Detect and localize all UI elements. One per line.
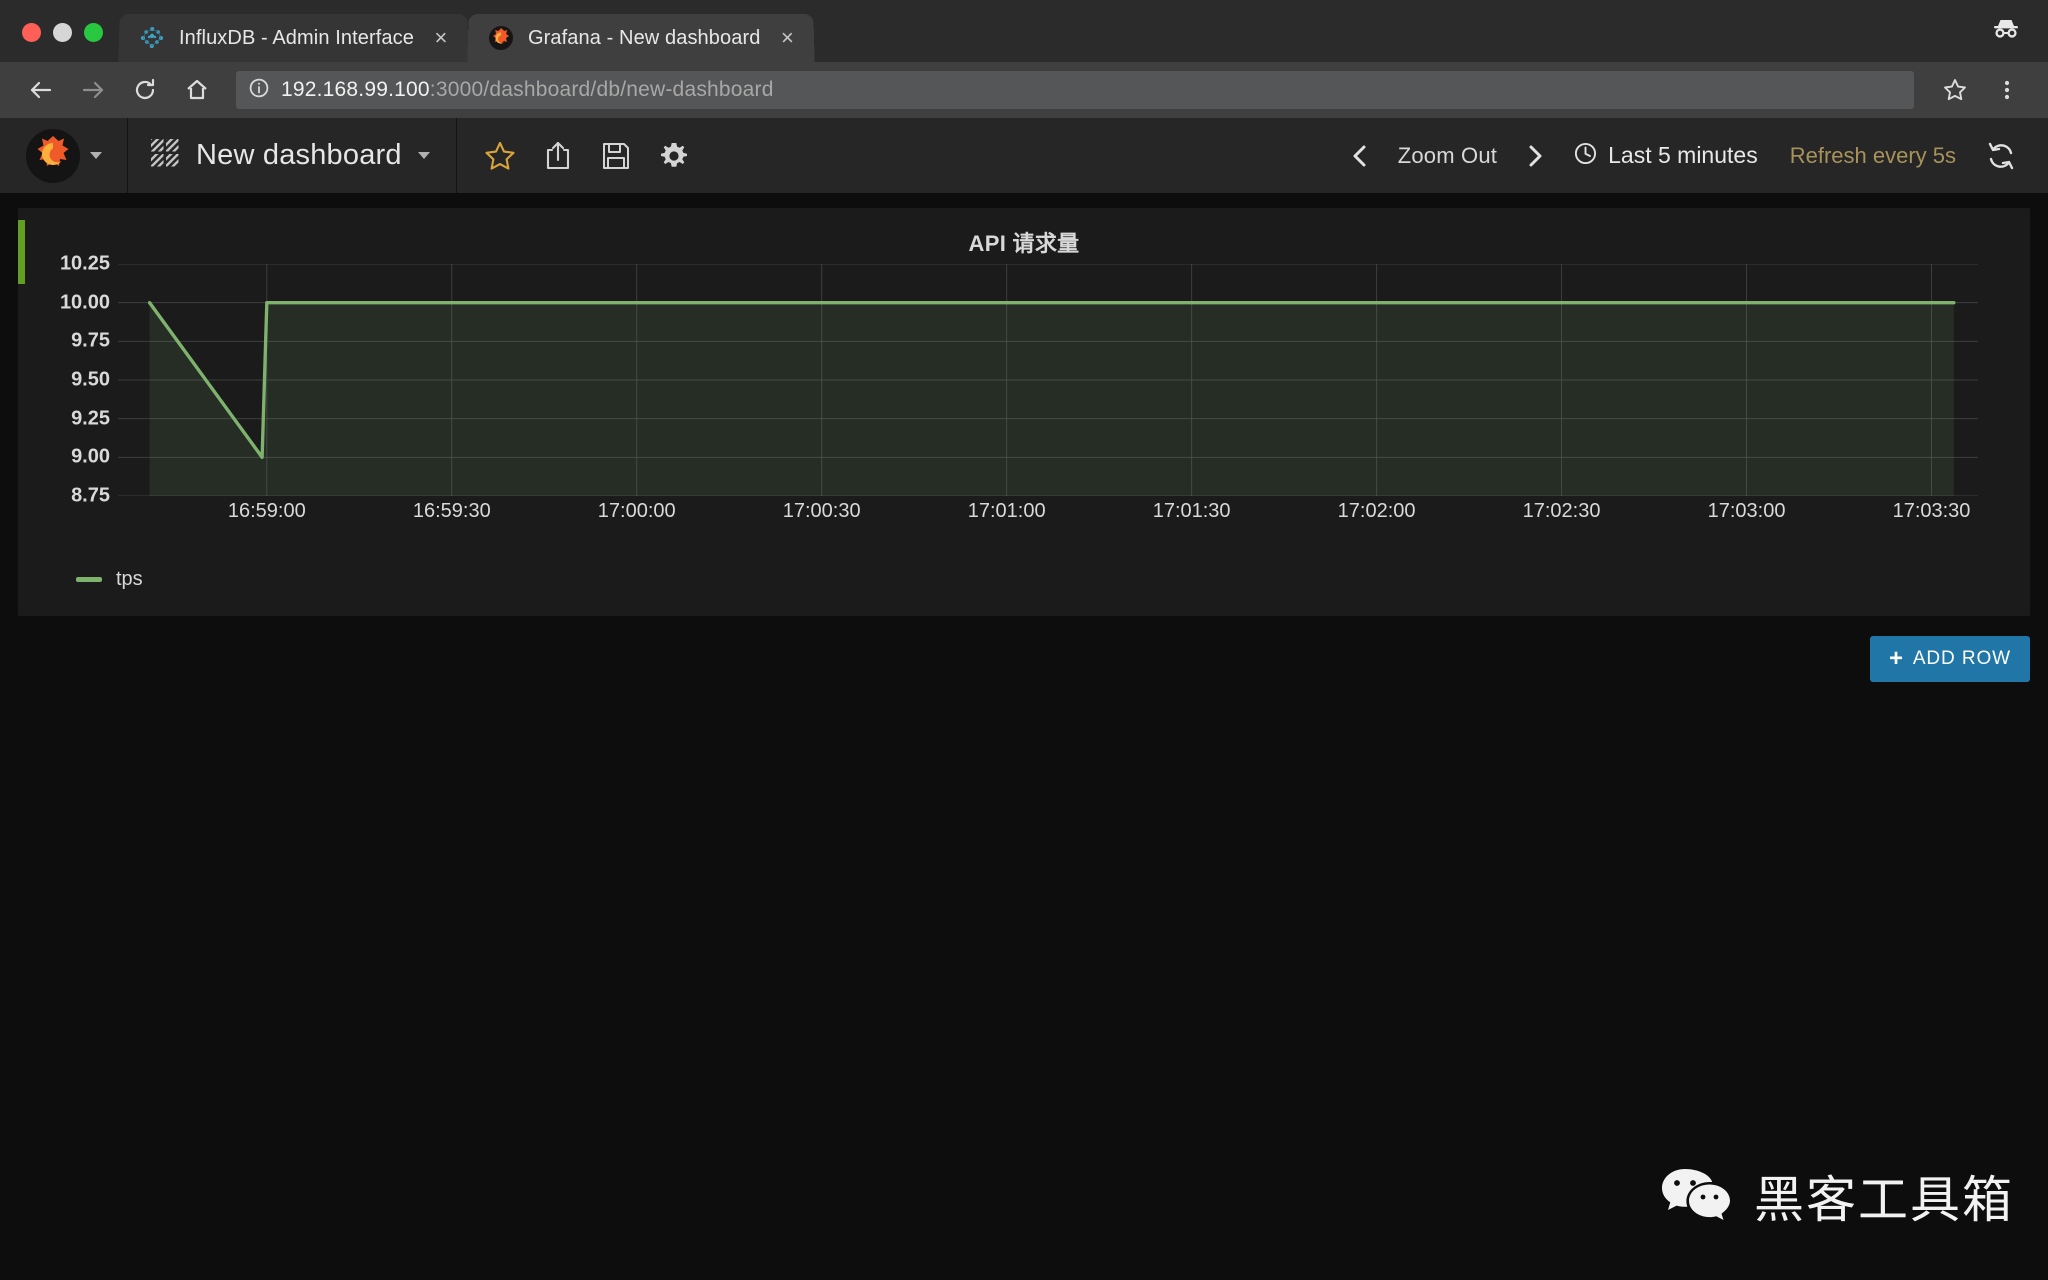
reload-icon[interactable] [122,67,168,113]
plot-area[interactable] [118,263,1978,497]
forward-arrow-icon[interactable] [70,67,116,113]
grafana-brand-menu[interactable] [0,118,128,193]
share-dashboard-button[interactable] [533,131,583,181]
dashboard-row: API 请求量 8.75 9.00 9.25 9.50 9.75 10.00 10.25 1… [0,194,2048,616]
browser-tab-grafana[interactable]: Grafana - New dashboard × [467,14,816,63]
y-axis-tick: 9.75 [71,329,110,352]
graph-canvas [118,263,1978,497]
dashboard-title-dropdown[interactable]: New dashboard [128,118,457,193]
info-circle-icon[interactable] [248,77,270,104]
window-traffic-lights [0,23,119,62]
y-axis-tick: 9.50 [71,368,110,391]
tab-strip: InfluxDB - Admin Interface × Grafana - N… [0,0,2048,63]
y-axis-tick: 10.25 [59,252,110,275]
address-bar: 192.168.99.100:3000/dashboard/db/new-das… [0,62,2048,118]
graph-legend: tps [18,554,2030,591]
series-fill-tps [149,302,1954,496]
watermark: 黑客工具箱 [1660,1160,2014,1232]
grafana-icon [488,25,515,51]
legend-color-swatch [76,577,102,582]
y-axis-tick: 9.00 [71,445,110,468]
graph-plot: 8.75 9.00 9.25 9.50 9.75 10.00 10.25 16:59:00 1… [18,253,2030,554]
influxdb-icon [139,25,166,51]
panel-title: API 请求量 [968,231,1080,256]
tab-title-influxdb: InfluxDB - Admin Interface [178,26,415,49]
y-axis: 8.75 9.00 9.25 9.50 9.75 10.00 10.25 [18,253,110,507]
x-axis-tick: 17:03:30 [1892,500,1971,522]
x-axis-tick: 16:59:00 [227,500,306,522]
x-axis-tick: 17:00:30 [782,500,861,522]
time-shift-forward-button[interactable] [1511,131,1559,181]
star-dashboard-button[interactable] [475,131,525,181]
tab-title-grafana: Grafana - New dashboard [527,26,761,49]
dashboard-settings-button[interactable] [649,131,699,181]
y-axis-tick: 9.25 [71,407,110,430]
legend-series-label[interactable]: tps [116,568,143,591]
watermark-text: 黑客工具箱 [1754,1172,2014,1228]
x-axis-tick: 17:01:00 [967,500,1046,522]
time-range-label: Last 5 minutes [1608,142,1758,168]
close-tab-grafana-button[interactable]: × [774,25,801,50]
zoom-out-button[interactable]: Zoom Out [1384,131,1511,181]
url-path: :3000/dashboard/db/new-dashboard [429,78,774,101]
time-range-picker[interactable]: Last 5 minutes [1559,131,1772,181]
wechat-icon [1660,1165,1732,1228]
x-axis-tick: 17:01:30 [1152,500,1231,522]
time-shift-back-button[interactable] [1336,131,1384,181]
navbar-spacer [717,118,1336,193]
home-icon[interactable] [174,67,220,113]
incognito-icon [1986,13,2026,48]
browser-tab-influxdb[interactable]: InfluxDB - Admin Interface × [118,14,469,63]
maximize-window-button[interactable] [84,23,103,42]
zoom-out-label: Zoom Out [1397,142,1498,168]
back-arrow-icon[interactable] [18,67,64,113]
x-axis: 16:59:00 16:59:30 17:00:00 17:00:30 17:01:00… [118,500,1978,534]
y-axis-tick: 8.75 [71,484,110,507]
x-axis-tick: 17:02:30 [1522,500,1601,522]
dashboard-name: New dashboard [196,139,402,171]
three-dot-menu-icon[interactable] [1984,67,2030,113]
clock-icon [1573,141,1598,171]
time-controls: Zoom Out Last 5 minutes Refresh every 5s [1336,118,2048,193]
bookmark-star-icon[interactable] [1932,67,1978,113]
grafana-navbar: New dashboard Zoom Out Last 5 minutes Re… [0,118,2048,194]
close-window-button[interactable] [22,23,41,42]
close-tab-influxdb-button[interactable]: × [428,25,455,50]
url-host: 192.168.99.100 [281,78,430,101]
dashboard-grid-icon [150,138,180,173]
brand-caret-icon [89,152,102,159]
y-axis-tick: 10.00 [59,291,110,314]
dashboard-action-buttons [457,118,717,193]
x-axis-tick: 17:02:00 [1337,500,1416,522]
dashboard-caret-icon [417,152,430,159]
x-axis-tick: 16:59:30 [412,500,491,522]
browser-chrome: InfluxDB - Admin Interface × Grafana - N… [0,0,2048,118]
refresh-interval-label[interactable]: Refresh every 5s [1772,143,1956,169]
plus-icon: + [1888,645,1904,672]
grafana-logo-icon [25,128,80,183]
graph-panel: API 请求量 8.75 9.00 9.25 9.50 9.75 10.00 10.25 1… [18,208,2030,616]
x-axis-tick: 17:03:00 [1707,500,1786,522]
refresh-now-button[interactable] [1956,131,2024,181]
add-row-container: + ADD ROW [0,616,2048,682]
minimize-window-button[interactable] [53,23,72,42]
url-input[interactable]: 192.168.99.100:3000/dashboard/db/new-das… [236,71,1914,109]
add-row-button[interactable]: + ADD ROW [1869,636,2030,682]
x-axis-tick: 17:00:00 [597,500,676,522]
save-dashboard-button[interactable] [591,131,641,181]
url-text: 192.168.99.100:3000/dashboard/db/new-das… [281,78,774,102]
grafana-app: New dashboard Zoom Out Last 5 minutes Re… [0,118,2048,1270]
add-row-label: ADD ROW [1912,648,2011,669]
